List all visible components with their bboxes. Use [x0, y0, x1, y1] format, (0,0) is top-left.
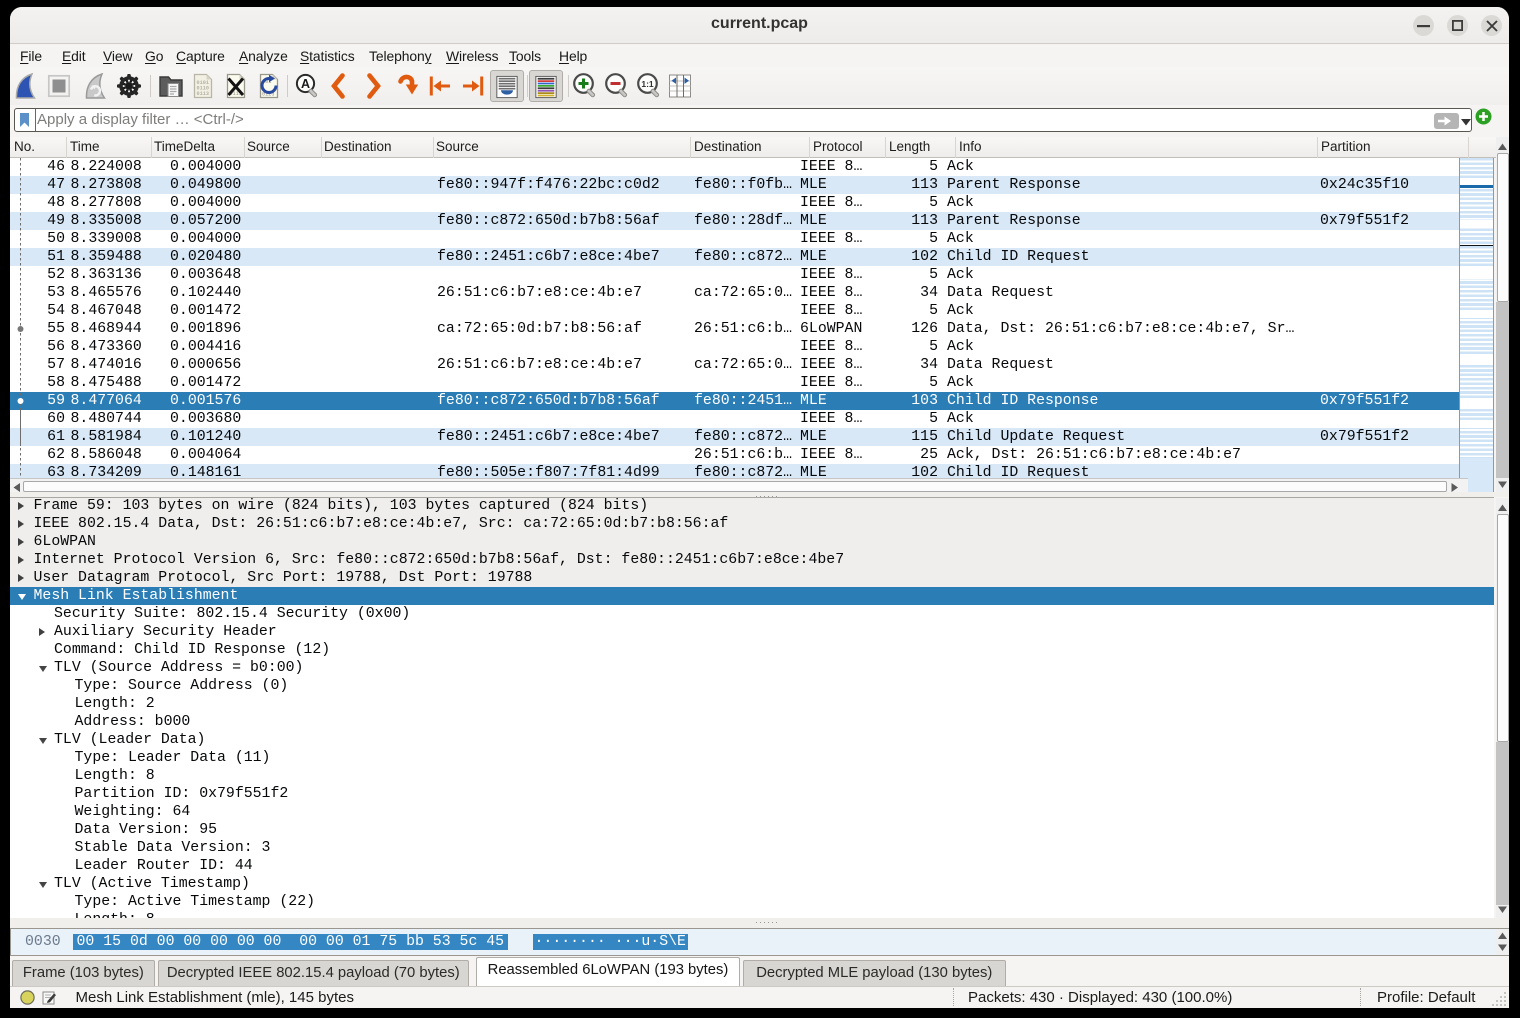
svg-text:0113: 0113: [197, 91, 209, 97]
svg-text:1:1: 1:1: [641, 79, 654, 89]
svg-text:A: A: [301, 77, 310, 91]
